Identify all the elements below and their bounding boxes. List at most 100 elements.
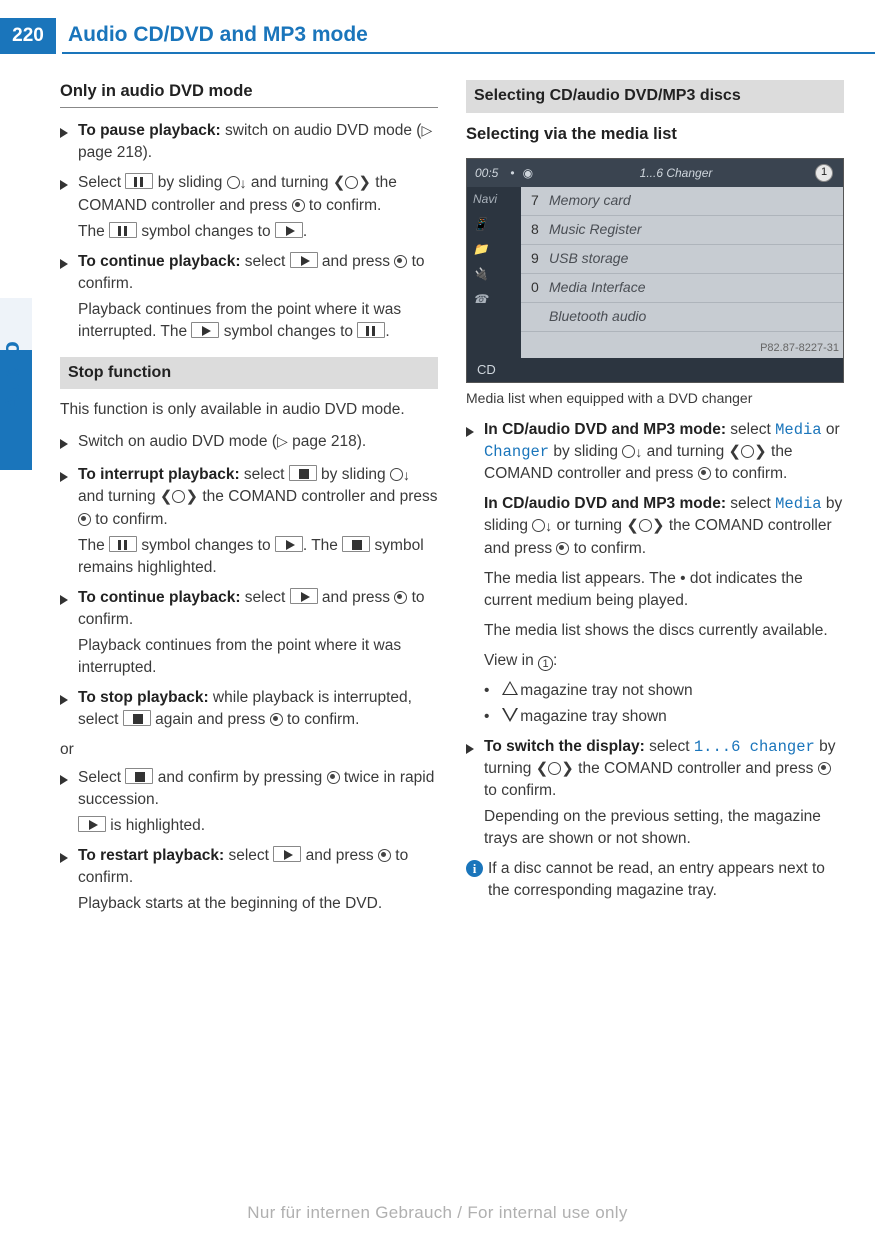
step-media-1: In CD/audio DVD and MP3 mode: select Med… (466, 419, 844, 485)
txt: the COMAND controller and press (198, 488, 437, 505)
txt: to confirm. (283, 711, 360, 728)
left-column: Only in audio DVD mode To pause playback… (60, 80, 438, 1160)
txt: to confirm. (484, 782, 556, 799)
step-restart: To restart playback: select and press to… (60, 845, 438, 915)
step-marker-icon (60, 128, 68, 138)
pause-bold: To pause playback: (78, 122, 221, 139)
heading-only-dvd: Only in audio DVD mode (60, 80, 438, 108)
list-item: 0Media Interface (521, 274, 843, 303)
pause-key-icon (109, 222, 137, 238)
txt: by sliding (549, 443, 622, 460)
bracket-left-icon: ❮ (729, 444, 742, 460)
txt: by sliding (317, 466, 390, 483)
ui-option-media: Media (775, 495, 822, 513)
switch-bold: To switch the display: (484, 738, 645, 755)
step-pause: To pause playback: switch on audio DVD m… (60, 120, 438, 164)
step-continue-2: To continue playback: select and press t… (60, 587, 438, 679)
txt: to confirm. (569, 540, 646, 557)
txt: and press (301, 847, 378, 864)
interrupt-bold: To interrupt playback: (78, 466, 240, 483)
pause-text: switch on audio DVD mode ( (221, 122, 422, 139)
sidebar-navi: Navi (467, 187, 521, 212)
txt: The (78, 537, 109, 554)
item-label: Bluetooth audio (549, 308, 646, 324)
sidebar-icon: 📱 (467, 212, 521, 237)
step-marker-icon (60, 775, 68, 785)
page-header: 220 Audio CD/DVD and MP3 mode (0, 18, 875, 54)
heading-selecting-discs: Selecting CD/audio DVD/MP3 discs (466, 80, 844, 113)
txt: select (241, 253, 290, 270)
press-knob-icon (818, 762, 831, 775)
txt: by sliding (153, 174, 226, 191)
press-knob-icon (378, 849, 391, 862)
txt: Playback continues from the point where … (78, 637, 401, 676)
item-num: 9 (531, 249, 549, 269)
txt: symbol changes to (219, 323, 357, 340)
txt: Switch on audio DVD mode ( (78, 433, 277, 450)
txt: or (822, 421, 840, 438)
controller-ring-icon (532, 519, 545, 532)
txt: : (553, 652, 557, 669)
screenshot-sidebar: Navi 📱 📁 🔌 ☎ (467, 187, 521, 358)
play-key-icon (275, 536, 303, 552)
txt: and confirm by pressing (153, 769, 326, 786)
item-label: Memory card (549, 192, 631, 208)
down-arrow-icon: ↓ (403, 466, 410, 486)
step-marker-icon (60, 853, 68, 863)
step-marker-icon (466, 744, 474, 754)
step-select-pause: Select by sliding ↓ and turning ❮❯ the C… (60, 172, 438, 242)
item-num: 8 (531, 220, 549, 240)
step-switch-display: To switch the display: select 1...6 chan… (466, 736, 844, 850)
screenshot-media-list: 7Memory card 8Music Register 9USB storag… (521, 187, 843, 358)
txt: symbol changes to (137, 537, 275, 554)
txt: . (385, 323, 389, 340)
txt: to confirm. (91, 511, 168, 528)
stop-key-icon (125, 768, 153, 784)
controller-ring-icon (390, 468, 403, 481)
controller-ring-icon (548, 762, 561, 775)
stop-key-icon (123, 710, 151, 726)
heading-media-list: Selecting via the media list (466, 123, 844, 150)
screenshot-footer: CD (467, 358, 843, 382)
footer-internal-use: Nur für internen Gebrauch / For internal… (0, 1203, 875, 1223)
screenshot-title: 1...6 Changer (537, 165, 815, 182)
txt: page 218). (288, 433, 366, 450)
comand-screenshot: 00:5 • ◉ 1...6 Changer 1 Navi 📱 📁 🔌 ☎ 7M… (466, 158, 844, 383)
restart-bold: To restart playback: (78, 847, 224, 864)
press-knob-icon (556, 542, 569, 555)
list-item: 8Music Register (521, 216, 843, 245)
play-key-icon (273, 846, 301, 862)
callout-1-icon: 1 (538, 656, 553, 671)
info-icon: i (466, 860, 483, 877)
txt: the COMAND controller and press (574, 760, 818, 777)
press-knob-icon (327, 771, 340, 784)
right-column: Selecting CD/audio DVD/MP3 discs Selecti… (466, 80, 844, 1160)
bullet-icon: • (484, 706, 498, 728)
bracket-left-icon: ❮ (160, 489, 173, 505)
press-knob-icon (394, 255, 407, 268)
txt: is highlighted. (106, 817, 205, 834)
screenshot-caption: Media list when equipped with a DVD chan… (466, 389, 844, 409)
controller-ring-icon (622, 445, 635, 458)
info-note: i If a disc cannot be read, an entry app… (466, 858, 844, 902)
txt: select (240, 466, 289, 483)
header-title: Audio CD/DVD and MP3 mode (68, 18, 368, 52)
item-label: Media Interface (549, 279, 646, 295)
play-key-icon (275, 222, 303, 238)
txt: select (645, 738, 694, 755)
bracket-right-icon: ❯ (561, 761, 574, 777)
list-item: 7Memory card (521, 187, 843, 216)
step-continue: To continue playback: select and press t… (60, 251, 438, 343)
media-appears: The media list appears. The • dot indica… (484, 568, 844, 612)
pause-key-icon (357, 322, 385, 338)
txt: magazine tray shown (516, 708, 667, 725)
txt: Select (78, 174, 125, 191)
callout-1-icon: 1 (815, 164, 833, 182)
stop-key-icon (289, 465, 317, 481)
list-item: Bluetooth audio (521, 303, 843, 332)
ui-option-changer: Changer (484, 443, 549, 461)
triangle-up-outline-icon (498, 681, 516, 697)
txt: and press (318, 253, 395, 270)
txt: again and press (151, 711, 270, 728)
bracket-left-icon: ❮ (333, 175, 346, 191)
